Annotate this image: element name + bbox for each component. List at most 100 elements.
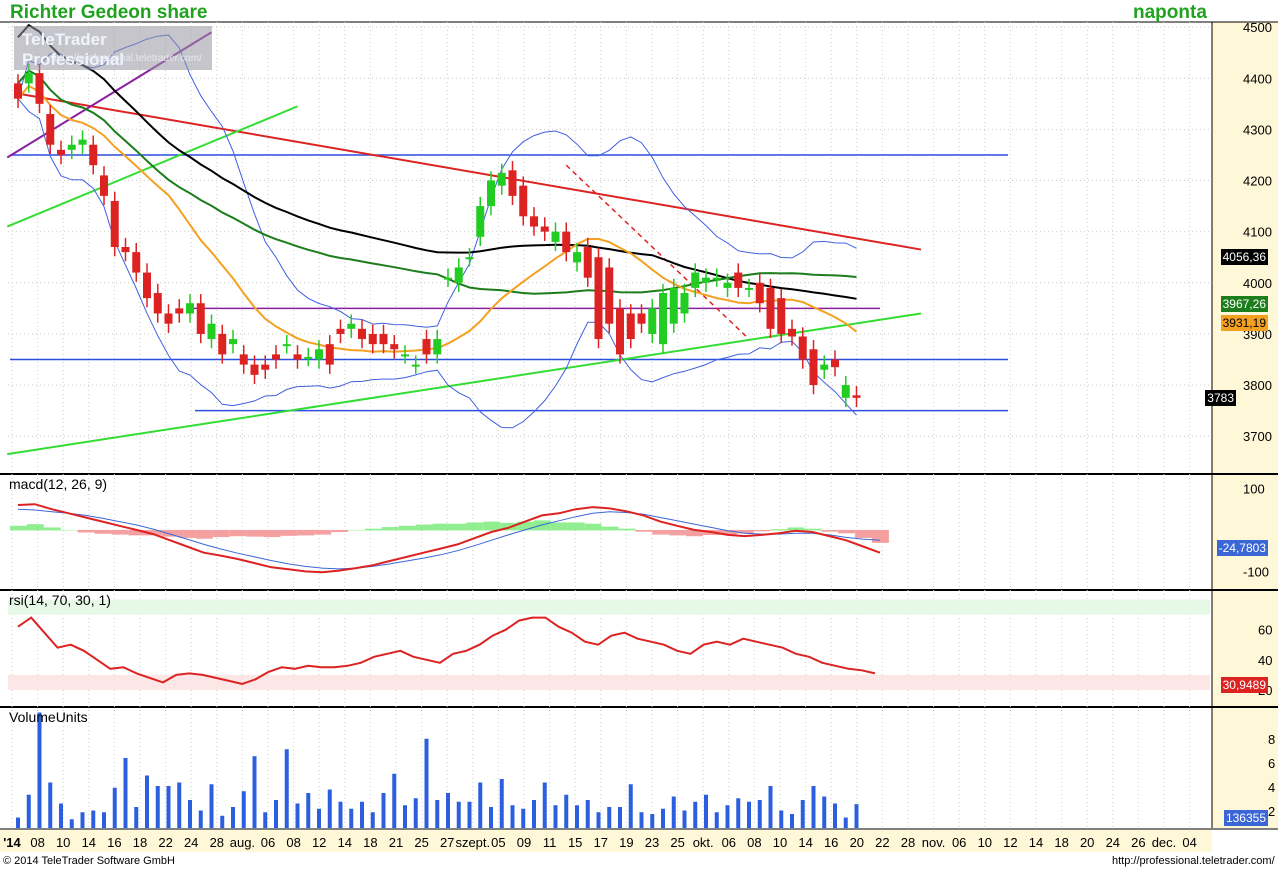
candle-body	[594, 257, 603, 340]
volume-bar	[521, 808, 526, 828]
volume-bar	[854, 804, 859, 828]
time-tick-label: 10	[978, 835, 992, 850]
time-tick-label: 06	[722, 835, 736, 850]
volume-bar	[510, 805, 515, 828]
volume-bar	[800, 800, 805, 828]
volume-bar	[564, 794, 569, 828]
time-tick-label: '14	[3, 835, 21, 850]
volume-bar	[112, 787, 117, 828]
time-tick-label: 14	[1029, 835, 1043, 850]
volume-bar	[650, 814, 655, 828]
candle-body	[583, 247, 592, 278]
macd-histogram-bar	[635, 529, 653, 532]
volume-bar	[403, 805, 407, 828]
time-tick-label: 18	[363, 835, 377, 850]
time-tick-label: dec.	[1152, 835, 1177, 850]
volume-bar	[102, 812, 106, 828]
price-tick-label: 4300	[1243, 122, 1272, 137]
volume-bar	[747, 801, 751, 828]
macd-histogram-bar	[179, 529, 196, 538]
time-tick-label: 16	[824, 835, 838, 850]
trendline-red	[17, 92, 922, 251]
volume-bar	[424, 738, 429, 828]
volume-bar	[220, 815, 225, 828]
time-tick-label: 22	[875, 835, 889, 850]
candle-body	[798, 336, 807, 360]
volume-bar	[177, 782, 182, 828]
candle-body	[626, 313, 635, 340]
macd-histogram-bar	[331, 529, 349, 533]
volume-tick-label: 4	[1268, 780, 1275, 795]
candle-body	[411, 364, 420, 367]
volume-bar	[682, 810, 687, 828]
candle-body	[444, 277, 452, 280]
sma-orange	[17, 84, 858, 353]
time-tick-label: 12	[1003, 835, 1017, 850]
candle-body	[186, 303, 194, 314]
candle-body	[820, 364, 829, 370]
volume-bar	[252, 756, 257, 828]
time-tick-label: 08	[30, 835, 44, 850]
time-tick-label: 28	[210, 835, 224, 850]
candle-body	[78, 139, 87, 145]
candle-body	[648, 308, 657, 334]
volume-bar	[155, 786, 160, 828]
macd-histogram-bar	[550, 522, 568, 531]
volume-bar	[317, 808, 321, 828]
period-label[interactable]: naponta	[1133, 2, 1207, 24]
macd-histogram-bar	[246, 529, 264, 537]
volume-bar	[349, 808, 354, 828]
volume-bar	[575, 805, 579, 828]
volume-bar	[553, 805, 558, 828]
macd-histogram-bar	[43, 527, 61, 531]
time-tick-label: 09	[517, 835, 531, 850]
candle-body	[401, 354, 409, 357]
candle-body	[24, 73, 33, 84]
candle-body	[67, 144, 76, 150]
volume-bar	[532, 800, 536, 828]
macd-histogram-bar	[855, 529, 872, 538]
volume-bar	[306, 793, 311, 828]
time-tick-label: 25	[414, 835, 428, 850]
volume-bar	[69, 819, 74, 828]
tag-sma-green: 3967,26	[1220, 296, 1268, 312]
macd-histogram-bar	[381, 527, 399, 531]
volume-bar	[833, 803, 837, 828]
macd-histogram-bar	[838, 529, 856, 534]
price-tick-label: 4100	[1243, 225, 1272, 240]
volume-label: VolumeUnits	[9, 709, 88, 725]
candle-body	[347, 323, 356, 329]
macd-tick-label: -100	[1243, 564, 1269, 579]
candle-body	[358, 328, 366, 340]
time-tick-label: aug.	[230, 835, 255, 850]
candle-body	[218, 333, 227, 355]
volume-tick-label: 6	[1268, 756, 1275, 771]
candle-body	[14, 83, 22, 99]
candle-body	[605, 267, 614, 324]
macd-histogram-bar	[449, 523, 467, 531]
macd-histogram-bar	[601, 526, 619, 531]
volume-bar	[284, 749, 289, 828]
candle-body	[304, 356, 313, 359]
macd-histogram-bar	[652, 529, 670, 535]
candle-body	[336, 328, 345, 334]
time-tick-label: 19	[619, 835, 633, 850]
rsi-oversold-zone	[8, 674, 1210, 690]
volume-bar	[499, 779, 504, 828]
candle-body	[132, 252, 141, 273]
macd-histogram-bar	[483, 521, 501, 531]
time-tick-label: 04	[1182, 835, 1196, 850]
macd-histogram-bar	[10, 525, 27, 531]
candle-body	[368, 333, 377, 345]
macd-histogram-bar	[348, 529, 365, 531]
time-tick-label: 28	[901, 835, 915, 850]
candle-body	[777, 298, 786, 334]
candle-body	[788, 328, 796, 337]
candle-body	[250, 364, 259, 375]
time-tick-label: szept.	[455, 835, 490, 850]
footer-url[interactable]: http://professional.teletrader.com/	[1112, 855, 1275, 867]
time-tick-label: okt.	[693, 835, 714, 850]
watermark-brand: TeleTrader Professional	[22, 30, 125, 69]
volume-bar	[843, 817, 848, 828]
tag-macd-signal: -24,7803	[1216, 540, 1268, 556]
